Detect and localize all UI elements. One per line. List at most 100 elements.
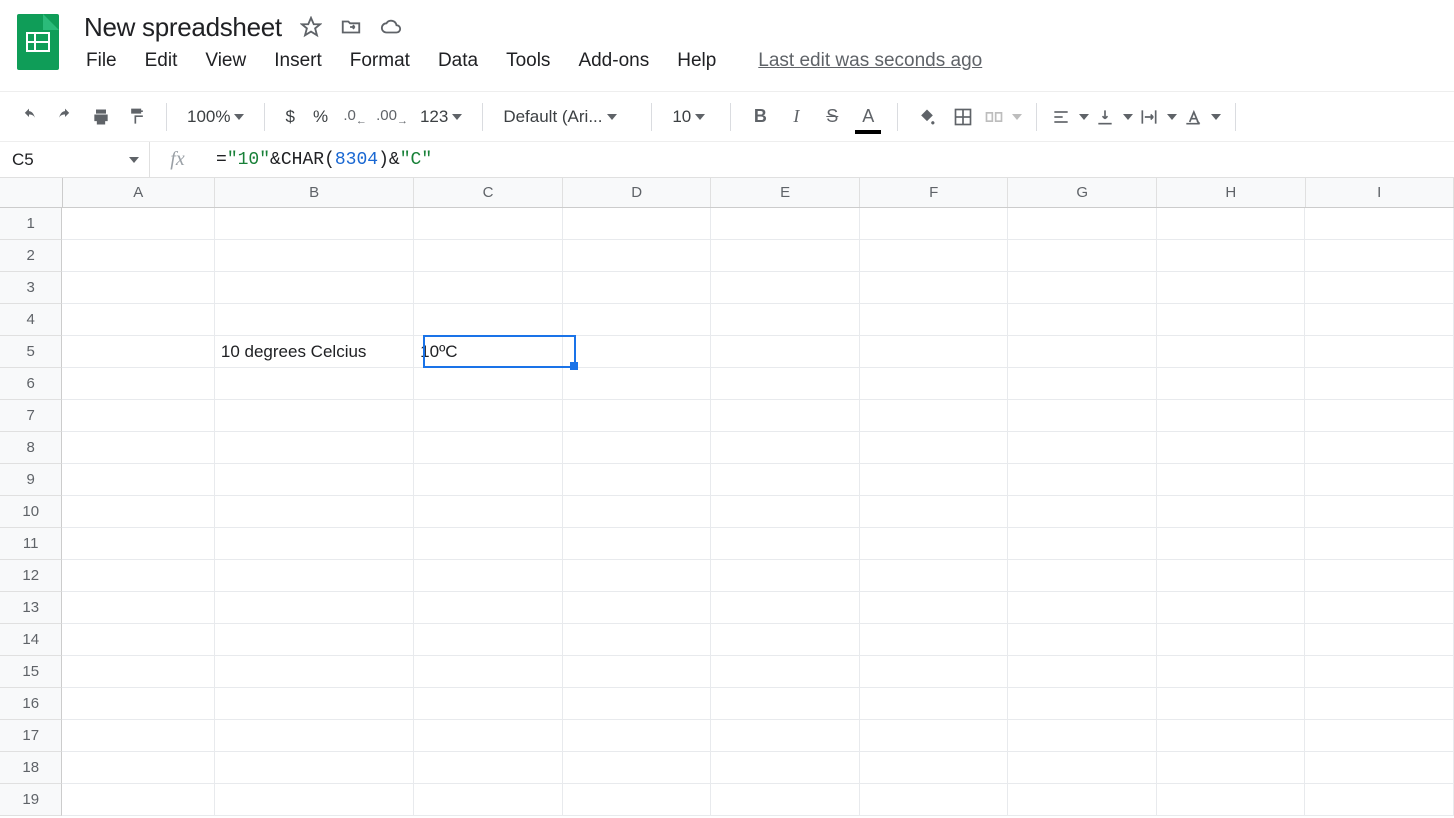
cell-D8[interactable] [563,432,712,464]
cell-B10[interactable] [215,496,414,528]
decrease-decimal-button[interactable]: .0← [340,102,370,132]
cell-C4[interactable] [414,304,563,336]
text-color-button[interactable]: A [853,102,883,132]
cell-A13[interactable] [62,592,214,624]
cell-D10[interactable] [563,496,712,528]
cell-I11[interactable] [1305,528,1454,560]
cell-B11[interactable] [215,528,414,560]
cell-F15[interactable] [860,656,1009,688]
cell-E15[interactable] [711,656,860,688]
cell-E9[interactable] [711,464,860,496]
cell-F16[interactable] [860,688,1009,720]
cell-D6[interactable] [563,368,712,400]
cell-E11[interactable] [711,528,860,560]
cell-D3[interactable] [563,272,712,304]
cell-G12[interactable] [1008,560,1157,592]
menu-tools[interactable]: Tools [506,50,550,72]
cell-B18[interactable] [215,752,414,784]
cell-D15[interactable] [563,656,712,688]
cell-A5[interactable] [62,336,214,368]
name-box[interactable]: C5 [0,142,150,177]
cell-A19[interactable] [62,784,214,816]
cell-I12[interactable] [1305,560,1454,592]
column-header[interactable]: G [1008,178,1157,207]
cell-E18[interactable] [711,752,860,784]
cell-F14[interactable] [860,624,1009,656]
italic-button[interactable]: I [781,102,811,132]
cell-H2[interactable] [1157,240,1306,272]
cell-H3[interactable] [1157,272,1306,304]
row-header[interactable]: 18 [0,752,62,784]
menu-help[interactable]: Help [677,50,716,72]
cell-D11[interactable] [563,528,712,560]
cell-G4[interactable] [1008,304,1157,336]
document-title[interactable]: New spreadsheet [84,12,282,43]
cell-C17[interactable] [414,720,563,752]
formula-input[interactable]: ="10"&CHAR(8304)&"C" [206,150,1454,170]
cell-B15[interactable] [215,656,414,688]
cell-A7[interactable] [62,400,214,432]
cell-A3[interactable] [62,272,214,304]
cell-I17[interactable] [1305,720,1454,752]
cell-E17[interactable] [711,720,860,752]
cell-F17[interactable] [860,720,1009,752]
cell-H13[interactable] [1157,592,1306,624]
fill-color-icon[interactable] [912,102,942,132]
cell-I10[interactable] [1305,496,1454,528]
cell-G3[interactable] [1008,272,1157,304]
cell-D5[interactable] [563,336,712,368]
row-header[interactable]: 19 [0,784,62,816]
cell-B2[interactable] [215,240,414,272]
cell-I1[interactable] [1305,208,1454,240]
cell-D1[interactable] [563,208,712,240]
cell-E5[interactable] [711,336,860,368]
cell-I15[interactable] [1305,656,1454,688]
cell-C13[interactable] [414,592,563,624]
row-header[interactable]: 17 [0,720,62,752]
cell-F2[interactable] [860,240,1009,272]
vertical-align-button[interactable] [1095,102,1133,132]
cell-A8[interactable] [62,432,214,464]
cell-G9[interactable] [1008,464,1157,496]
cell-G7[interactable] [1008,400,1157,432]
row-header[interactable]: 16 [0,688,62,720]
text-wrap-button[interactable] [1139,102,1177,132]
cell-F4[interactable] [860,304,1009,336]
cell-E13[interactable] [711,592,860,624]
cell-F3[interactable] [860,272,1009,304]
font-size-select[interactable]: 10 [666,107,716,127]
cell-A17[interactable] [62,720,214,752]
cell-I14[interactable] [1305,624,1454,656]
row-header[interactable]: 10 [0,496,62,528]
cell-I4[interactable] [1305,304,1454,336]
cell-C18[interactable] [414,752,563,784]
cell-E16[interactable] [711,688,860,720]
cell-F1[interactable] [860,208,1009,240]
cell-C10[interactable] [414,496,563,528]
cell-B7[interactable] [215,400,414,432]
cell-A15[interactable] [62,656,214,688]
cell-B8[interactable] [215,432,414,464]
cell-D2[interactable] [563,240,712,272]
cell-I3[interactable] [1305,272,1454,304]
cell-G17[interactable] [1008,720,1157,752]
cell-F19[interactable] [860,784,1009,816]
menu-format[interactable]: Format [350,50,410,72]
row-header[interactable]: 13 [0,592,62,624]
cell-D4[interactable] [563,304,712,336]
row-header[interactable]: 2 [0,240,62,272]
undo-icon[interactable] [14,102,44,132]
cell-H9[interactable] [1157,464,1306,496]
menu-file[interactable]: File [86,50,117,72]
cell-B17[interactable] [215,720,414,752]
cell-A14[interactable] [62,624,214,656]
cell-G10[interactable] [1008,496,1157,528]
cell-C1[interactable] [414,208,563,240]
menu-view[interactable]: View [205,50,246,72]
cell-A1[interactable] [62,208,214,240]
cell-G11[interactable] [1008,528,1157,560]
cell-C16[interactable] [414,688,563,720]
cell-E2[interactable] [711,240,860,272]
cell-D14[interactable] [563,624,712,656]
cell-H12[interactable] [1157,560,1306,592]
